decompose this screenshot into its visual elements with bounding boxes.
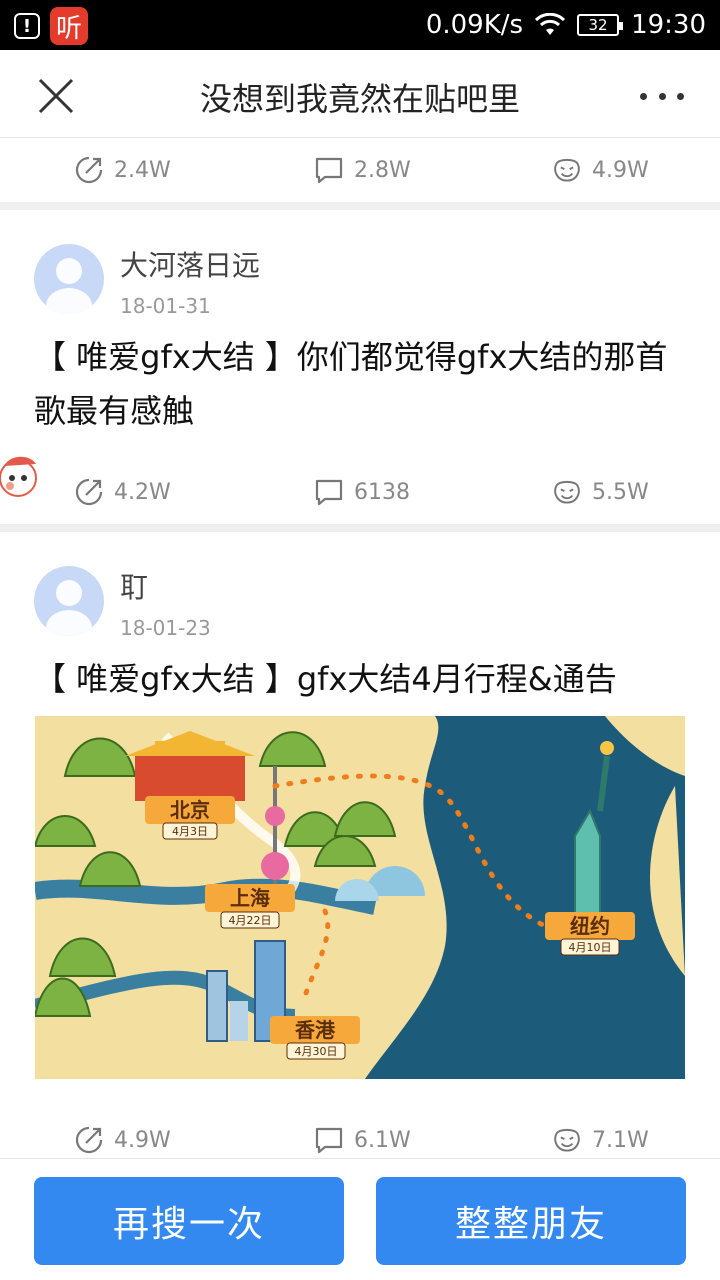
share-stat[interactable]: 2.4W (74, 138, 171, 202)
bottom-action-bar: 再搜一次 整整朋友 (0, 1158, 720, 1280)
like-stat[interactable]: 7.1W (552, 1108, 649, 1158)
share-icon (75, 1126, 103, 1154)
comment-icon (315, 479, 343, 506)
share-count: 4.9W (114, 1127, 171, 1153)
comment-count: 6.1W (354, 1127, 411, 1153)
status-right: 0.09K/s 32 19:30 (426, 0, 706, 50)
comment-stat[interactable]: 2.8W (314, 138, 411, 202)
status-left: ! 听 (14, 7, 88, 45)
like-face-icon (554, 158, 580, 182)
post-stats: 4.2W 6138 5.5W (0, 460, 720, 524)
username[interactable]: 耵 (120, 566, 148, 606)
post-header: 耵 18-01-23 (0, 532, 720, 642)
alert-icon: ! (14, 13, 40, 39)
like-count: 4.9W (592, 157, 649, 183)
floating-mascot-icon[interactable] (0, 450, 44, 504)
comment-count: 6138 (354, 479, 410, 505)
comment-stat[interactable]: 6138 (314, 460, 410, 524)
partial-post-stats: 2.4W 2.8W 4.9W (0, 138, 720, 202)
battery-icon: 32 (577, 14, 624, 36)
post-card[interactable]: 大河落日远 18-01-31 【 唯爱gfx大结 】你们都觉得gfx大结的那首歌… (0, 210, 720, 524)
share-icon (75, 478, 103, 506)
post-card[interactable]: 耵 18-01-23 【 唯爱gfx大结 】gfx大结4月行程&通告 北京 4月… (0, 532, 720, 1158)
tour-map-image[interactable]: 北京 4月3日 上海 4月22日 香港 4月30日 纽约 4月10日 (35, 716, 685, 1079)
username[interactable]: 大河落日远 (120, 244, 260, 284)
nav-bar: 没想到我竟然在贴吧里 (0, 50, 720, 138)
like-face-icon (554, 480, 580, 504)
share-count: 4.2W (114, 479, 171, 505)
share-stat[interactable]: 4.9W (74, 1108, 171, 1158)
avatar[interactable] (34, 244, 104, 314)
like-count: 5.5W (592, 479, 649, 505)
post-title[interactable]: 【 唯爱gfx大结 】你们都觉得gfx大结的那首歌最有感触 (0, 330, 720, 438)
wifi-icon (535, 13, 566, 35)
post-date: 18-01-31 (120, 294, 211, 318)
hongkong-label: 香港 (295, 1018, 336, 1042)
beijing-label: 北京 (170, 798, 210, 822)
newyork-label: 纽约 (570, 914, 610, 938)
divider (0, 202, 720, 210)
like-stat[interactable]: 4.9W (552, 138, 649, 202)
share-stat[interactable]: 4.2W (74, 460, 171, 524)
shanghai-label: 上海 (230, 886, 270, 910)
page-title: 没想到我竟然在贴吧里 (199, 80, 520, 118)
post-stats: 4.9W 6.1W 7.1W (0, 1108, 720, 1158)
shanghai-date: 4月22日 (229, 914, 272, 927)
like-face-icon (554, 1128, 580, 1152)
post-list[interactable]: 2.4W 2.8W 4.9W 大河落日远 18-01-31 【 唯爱gfx大结 … (0, 138, 720, 1158)
comment-icon (315, 1127, 343, 1154)
clock: 19:30 (631, 10, 706, 40)
beijing-date: 4月3日 (172, 825, 208, 838)
like-stat[interactable]: 5.5W (552, 460, 649, 524)
prank-friend-button[interactable]: 整整朋友 (376, 1177, 686, 1265)
ting-app-icon: 听 (50, 7, 88, 45)
network-speed: 0.09K/s (425, 10, 524, 40)
like-count: 7.1W (592, 1127, 649, 1153)
comment-stat[interactable]: 6.1W (314, 1108, 411, 1158)
avatar[interactable] (34, 566, 104, 636)
post-header: 大河落日远 18-01-31 (0, 210, 720, 320)
share-icon (75, 156, 103, 184)
comment-icon (315, 157, 343, 184)
search-again-button[interactable]: 再搜一次 (34, 1177, 344, 1265)
comment-count: 2.8W (354, 157, 411, 183)
post-date: 18-01-23 (120, 616, 211, 640)
newyork-date: 4月10日 (569, 941, 612, 954)
more-icon[interactable] (640, 76, 684, 116)
status-bar: ! 听 0.09K/s 32 19:30 (0, 0, 720, 50)
post-title[interactable]: 【 唯爱gfx大结 】gfx大结4月行程&通告 (0, 652, 720, 706)
close-icon[interactable] (36, 76, 76, 116)
divider (0, 524, 720, 532)
hongkong-date: 4月30日 (295, 1045, 338, 1058)
share-count: 2.4W (114, 157, 171, 183)
